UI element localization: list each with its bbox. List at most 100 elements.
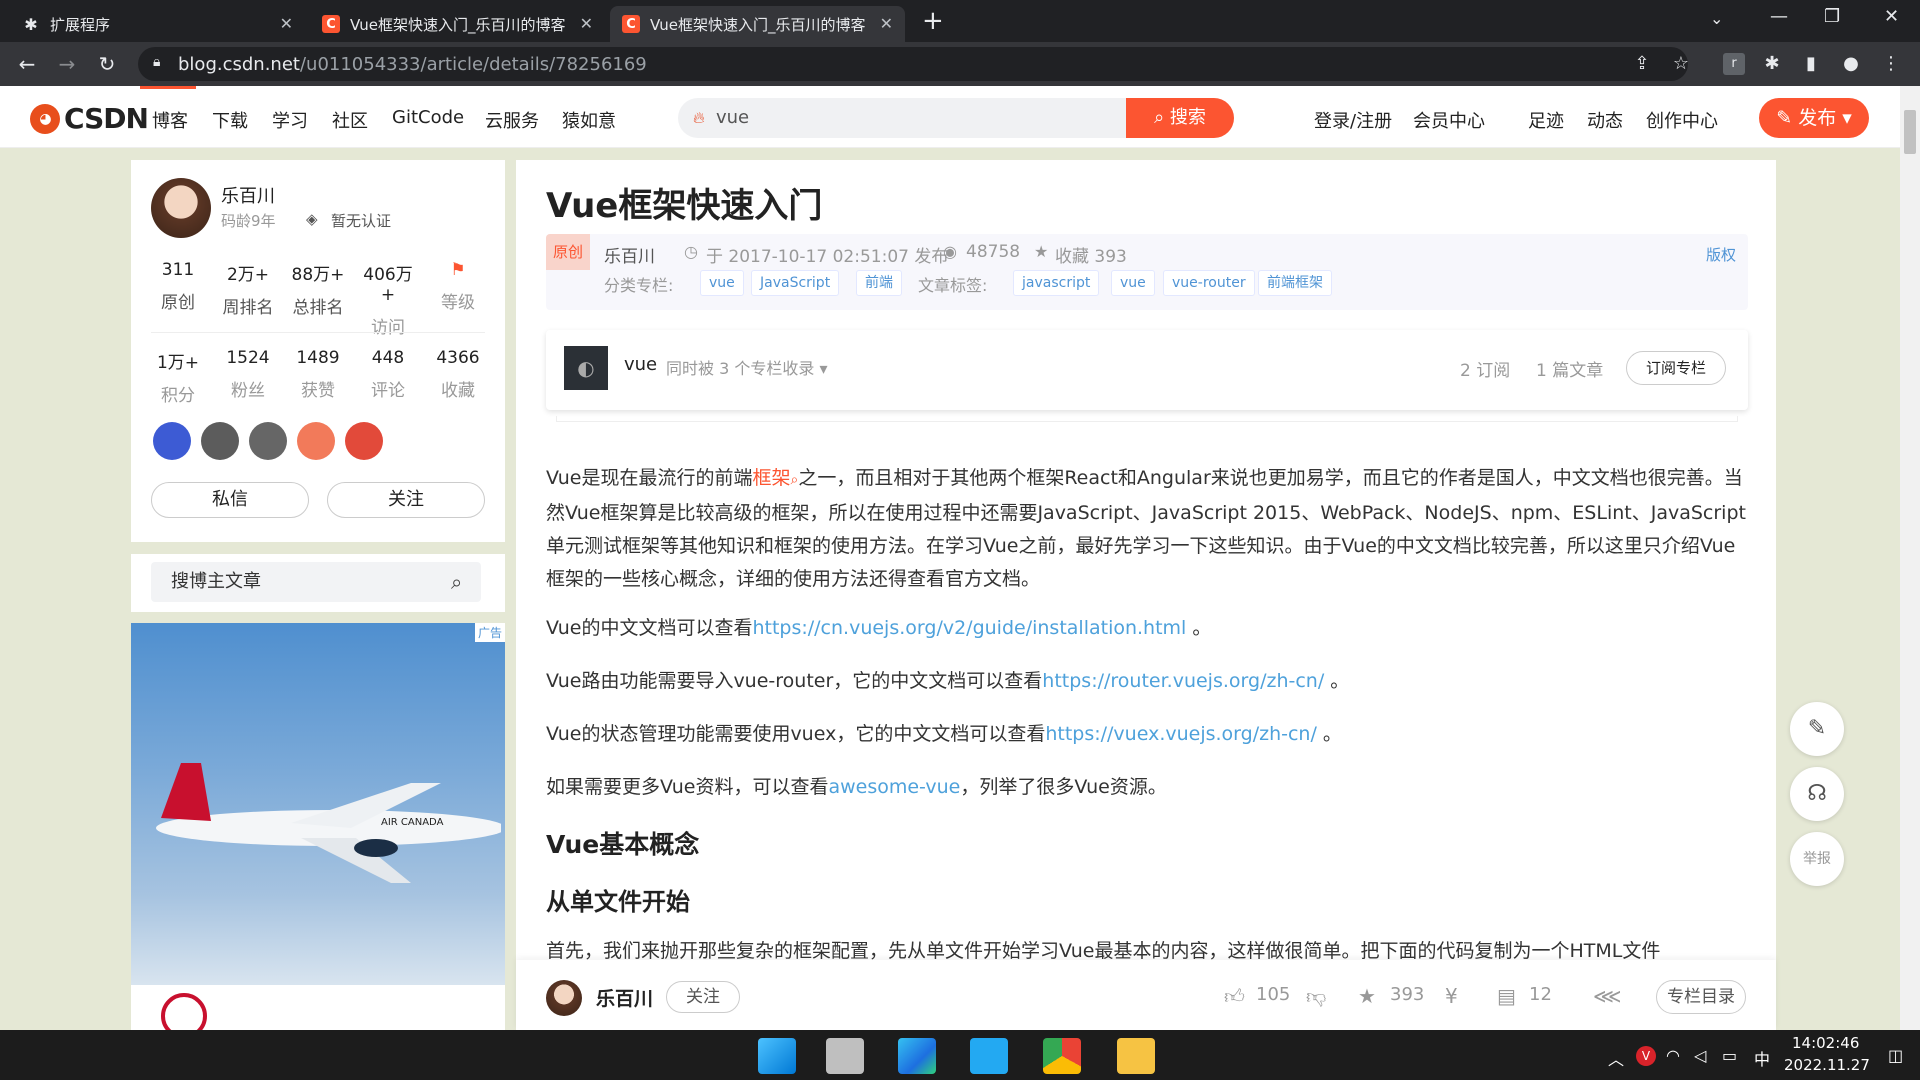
nav-download[interactable]: 下载 — [212, 107, 248, 133]
meta-author[interactable]: 乐百川 — [604, 242, 655, 267]
nav-cloud[interactable]: 云服务 — [485, 107, 539, 133]
tab-search-icon[interactable]: ⌄ — [1710, 9, 1723, 28]
thumbs-down-icon[interactable]: 👎︎ — [1306, 984, 1326, 1009]
edit-note-icon[interactable]: ✎ — [1790, 702, 1844, 756]
stat-level[interactable]: ⚑ 等级 — [427, 260, 489, 313]
task-view-icon[interactable] — [826, 1038, 864, 1074]
stat-total-rank[interactable]: 88万+ 总排名 — [287, 260, 349, 318]
bottom-follow-button[interactable]: 关注 — [666, 981, 740, 1013]
back-icon[interactable]: ← — [12, 49, 42, 79]
article-tag[interactable]: 前端框架 — [1258, 270, 1332, 296]
pen-badge-icon[interactable] — [345, 422, 383, 460]
nav-gitcode[interactable]: GitCode — [392, 107, 464, 128]
windows-start-icon[interactable] — [758, 1038, 796, 1074]
column-name[interactable]: vue — [624, 354, 657, 375]
favorite-count[interactable]: 收藏 393 — [1055, 242, 1127, 267]
rocket-badge-icon[interactable] — [153, 422, 191, 460]
page-scrollbar[interactable] — [1900, 86, 1920, 1030]
notification-icon[interactable]: ◫ — [1888, 1046, 1903, 1065]
search-icon[interactable]: ⌕ — [451, 570, 462, 594]
category-tag[interactable]: vue — [700, 270, 744, 296]
edge-browser-icon[interactable] — [898, 1038, 936, 1074]
gift-badge-icon[interactable] — [297, 422, 335, 460]
subscribe-column-button[interactable]: 订阅专栏 — [1626, 351, 1726, 385]
bottom-author-name[interactable]: 乐百川 — [596, 984, 653, 1011]
article-tag[interactable]: vue — [1111, 270, 1155, 296]
column-cover-image[interactable]: ◐ — [564, 346, 608, 390]
awesome-vue-link[interactable]: awesome-vue — [828, 776, 960, 798]
battery-icon[interactable]: ▭ — [1722, 1046, 1737, 1065]
stat-week-rank[interactable]: 2万+ 周排名 — [217, 260, 279, 318]
stat-original[interactable]: 311 原创 — [147, 260, 209, 313]
tab-extensions[interactable]: ✱ 扩展程序 ✕ — [10, 6, 305, 42]
creation-center-link[interactable]: 创作中心 — [1646, 107, 1718, 133]
chrome-icon[interactable] — [1043, 1038, 1081, 1074]
close-icon[interactable]: ✕ — [880, 14, 893, 33]
category-tag[interactable]: JavaScript — [751, 270, 840, 296]
nav-community[interactable]: 社区 — [332, 107, 368, 133]
docs-link[interactable]: https://cn.vuejs.org/v2/guide/installati… — [752, 617, 1186, 639]
bookmark-star-icon[interactable]: ☆ — [1670, 53, 1692, 75]
author-avatar[interactable] — [546, 980, 582, 1016]
share-icon[interactable]: ⇪ — [1631, 53, 1653, 75]
login-link[interactable]: 登录/注册 — [1314, 107, 1392, 133]
ad-banner[interactable]: 广告 AIR CANADA — [131, 623, 505, 985]
close-icon[interactable]: ✕ — [280, 14, 293, 33]
keyword-link[interactable]: 框架 — [752, 467, 790, 489]
nav-blog[interactable]: 博客 — [152, 107, 188, 133]
search-input[interactable]: vue — [716, 98, 749, 138]
nav-learn[interactable]: 学习 — [272, 107, 308, 133]
extension-r-icon[interactable]: r — [1723, 53, 1745, 75]
article-tag[interactable]: javascript — [1013, 270, 1100, 296]
dynamics-link[interactable]: 动态 — [1587, 107, 1623, 133]
author-name[interactable]: 乐百川 — [221, 182, 275, 208]
close-icon[interactable]: ✕ — [580, 14, 593, 33]
column-toc-button[interactable]: 专栏目录 — [1656, 980, 1746, 1014]
close-window-button[interactable]: ✕ — [1884, 6, 1899, 27]
report-button[interactable]: 举报 — [1790, 832, 1844, 886]
copyright-link[interactable]: 版权 — [1706, 244, 1736, 265]
wifi-icon[interactable]: ◠ — [1666, 1046, 1680, 1065]
forward-icon[interactable]: → — [52, 49, 82, 79]
share-icon[interactable]: ⋘ — [1593, 984, 1621, 1008]
nav-yuanruyi[interactable]: 猿如意 — [562, 107, 616, 133]
tab-article-1[interactable]: C Vue框架快速入门_乐百川的博客 ✕ — [310, 6, 605, 42]
new-tab-button[interactable]: + — [922, 6, 944, 36]
file-explorer-icon[interactable] — [1117, 1038, 1155, 1074]
follow-author-button[interactable]: 关注 — [327, 482, 485, 518]
extensions-puzzle-icon[interactable]: ✱ — [1761, 53, 1783, 75]
private-message-button[interactable]: 私信 — [151, 482, 309, 518]
comment-icon[interactable]: ▤ — [1497, 984, 1516, 1008]
favorite-star-icon[interactable]: ★ — [1358, 984, 1376, 1008]
router-link[interactable]: https://router.vuejs.org/zh-cn/ — [1042, 670, 1324, 692]
column-included-dropdown[interactable]: 同时被 3 个专栏收录 ▾ — [666, 355, 827, 379]
vuex-link[interactable]: https://vuex.vuejs.org/zh-cn/ — [1045, 723, 1317, 745]
category-tag[interactable]: 前端 — [856, 270, 902, 296]
persistence-badge-icon[interactable] — [201, 422, 239, 460]
scrollbar-thumb[interactable] — [1904, 110, 1916, 154]
antivirus-tray-icon[interactable]: V — [1636, 1046, 1656, 1066]
vip-center-link[interactable]: 会员中心 — [1413, 107, 1485, 133]
url-bar[interactable]: 🔒︎ blog.csdn.net/u011054333/article/deta… — [138, 47, 1688, 81]
publish-button[interactable]: ✎ 发布 ▾ — [1759, 98, 1869, 138]
tray-chevron-icon[interactable]: ︿ — [1608, 1046, 1624, 1070]
vscode-icon[interactable] — [970, 1038, 1008, 1074]
csdn-logo[interactable]: ◕ CSDN — [30, 102, 149, 135]
clock-date[interactable]: 2022.11.27 — [1784, 1056, 1870, 1074]
search-button[interactable]: ⌕ 搜索 — [1126, 98, 1234, 138]
reload-icon[interactable]: ↻ — [92, 49, 122, 79]
clock-time[interactable]: 14:02:46 — [1792, 1034, 1859, 1052]
reward-icon[interactable]: ¥ — [1445, 984, 1458, 1008]
volume-icon[interactable]: ◁ — [1694, 1046, 1706, 1065]
minimize-button[interactable]: — — [1770, 6, 1788, 27]
restore-button[interactable]: ❐ — [1824, 6, 1840, 27]
github-badge-icon[interactable] — [249, 422, 287, 460]
avatar[interactable] — [151, 178, 211, 238]
thumbs-up-icon[interactable]: 👍︎ — [1224, 984, 1245, 1009]
footprint-link[interactable]: 足迹 — [1528, 107, 1564, 133]
ime-indicator[interactable]: 中 — [1754, 1046, 1770, 1070]
side-panel-icon[interactable]: ▮ — [1800, 53, 1822, 75]
profile-icon[interactable]: ● — [1840, 53, 1862, 75]
headset-support-icon[interactable]: ☊ — [1790, 767, 1844, 821]
tab-article-active[interactable]: C Vue框架快速入门_乐百川的博客 ✕ — [610, 6, 905, 42]
